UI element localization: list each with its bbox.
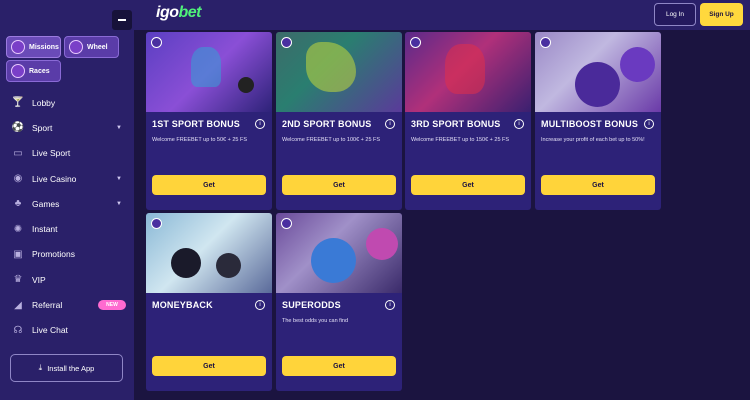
wheel-button[interactable]: Wheel [64,36,119,58]
new-badge: NEW [98,300,126,311]
promo-title: 3RD SPORT BONUS [411,119,501,129]
minus-icon [118,19,126,21]
sidebar-item-label: Referral [32,300,63,311]
info-icon[interactable]: i [255,300,265,310]
sidebar-item-live-casino[interactable]: ◉ Live Casino ▼ [0,166,134,191]
promo-card-1st-sport-bonus: 1ST SPORT BONUS i Welcome FREEBET up to … [146,32,272,210]
get-bonus-button[interactable]: Get [152,175,266,195]
info-icon[interactable]: i [385,300,395,310]
gift-icon: ▣ [13,248,23,260]
wheel-icon [69,40,83,54]
info-icon[interactable]: i [514,119,524,129]
sidebar-item-referral[interactable]: ◢ Referral NEW [0,292,134,317]
races-label: Races [29,67,50,75]
sidebar-item-label: Sport [32,122,53,133]
sidebar-item-live-chat[interactable]: ☊ Live Chat [0,318,134,343]
info-icon[interactable]: i [644,119,654,129]
missions-button[interactable]: Missions [6,36,61,58]
sidebar-item-promotions[interactable]: ▣ Promotions [0,242,134,267]
sidebar-item-vip[interactable]: ♛ VIP [0,267,134,292]
sidebar-item-label: Live Chat [32,325,68,336]
promo-image-football-player [276,32,402,112]
download-icon: ⤓ [38,363,43,372]
promo-card-2nd-sport-bonus: 2ND SPORT BONUS i Welcome FREEBET up to … [276,32,402,210]
promo-title: 1ST SPORT BONUS [152,119,241,129]
sidebar-item-label: Live Casino [32,173,77,184]
promo-image-soccer-player [146,32,272,112]
logo[interactable]: igobet [156,4,201,22]
promo-description: Welcome FREEBET up to 150€ + 25 FS [411,137,510,143]
sidebar-item-lobby[interactable]: 🍸 Lobby [0,90,134,115]
sport-ball-icon [540,37,551,48]
races-button[interactable]: Races [6,60,61,82]
promo-title: 2ND SPORT BONUS [282,119,372,129]
missions-icon [11,40,25,54]
sidebar-item-label: Lobby [32,97,56,108]
sport-ball-icon [410,37,421,48]
promo-image-money-balls [146,213,272,293]
soccer-ball-icon: ⚽ [11,122,25,134]
sport-ball-icon [281,37,292,48]
get-bonus-button[interactable]: Get [152,356,266,376]
missions-label: Missions [29,43,59,51]
collapse-sidebar-button[interactable] [112,10,132,30]
tv-icon: ▭ [13,147,23,159]
megaphone-icon: ◢ [14,299,22,311]
promo-description: Welcome FREEBET up to 50€ + 25 FS [152,137,248,143]
crown-icon: ♛ [13,274,23,286]
sport-ball-icon [281,218,292,229]
promo-card-3rd-sport-bonus: 3RD SPORT BONUS i Welcome FREEBET up to … [405,32,531,210]
promo-image-basketball-player [405,32,531,112]
promo-title: MULTIBOOST BONUS [541,119,639,129]
info-icon[interactable]: i [255,119,265,129]
install-app-button[interactable]: ⤓ Install the App [10,354,123,382]
top-header: igobet Log In Sign Up [134,0,750,30]
promo-description: Welcome FREEBET up to 100€ + 25 FS [282,137,381,143]
logo-text-bet: bet [178,4,202,21]
promo-card-multiboost-bonus: MULTIBOOST BONUS i Increase your profit … [535,32,661,210]
sidebar-item-label: Games [32,198,60,209]
get-bonus-button[interactable]: Get [411,175,525,195]
promo-title: SUPERODDS [282,300,341,310]
promo-title: MONEYBACK [152,300,213,310]
logo-text-igo: igo [156,4,179,21]
sidebar-item-label: VIP [32,274,46,285]
sidebar-nav: 🍸 Lobby ⚽ Sport ▼ ▭ Live Sport ◉ Live Ca… [0,90,134,343]
sidebar: Missions Wheel Races 🍸 Lobby ⚽ Sport ▼ ▭… [0,0,134,400]
wheel-label: Wheel [87,43,108,51]
login-button[interactable]: Log In [654,3,696,26]
sidebar-item-label: Live Sport [32,148,71,159]
sport-ball-icon [151,37,162,48]
promo-card-moneyback: MONEYBACK i Get [146,213,272,391]
lightning-icon: ✺ [13,223,23,235]
promo-card-superodds: SUPERODDS i The best odds you can find G… [276,213,402,391]
get-bonus-button[interactable]: Get [282,356,396,376]
get-bonus-button[interactable]: Get [282,175,396,195]
promo-description: The best odds you can find [282,318,349,324]
get-bonus-button[interactable]: Get [541,175,655,195]
sidebar-item-games[interactable]: ♣ Games ▼ [0,191,134,216]
promo-description: Increase your profit of each bet up to 5… [541,137,645,143]
promo-image-chips-and-balls [276,213,402,293]
sidebar-item-label: Instant [32,224,58,235]
controller-icon: ♣ [14,198,22,210]
poker-chip-icon: ◉ [13,173,23,185]
info-icon[interactable]: i [385,119,395,129]
sidebar-item-live-sport[interactable]: ▭ Live Sport [0,141,134,166]
signup-button[interactable]: Sign Up [700,3,743,26]
races-icon [11,64,25,78]
sport-ball-icon [151,218,162,229]
install-app-label: Install the App [47,363,95,373]
cocktail-icon: 🍸 [11,97,25,109]
chevron-down-icon[interactable]: ▼ [116,176,122,182]
chevron-down-icon[interactable]: ▼ [116,125,122,131]
chevron-down-icon[interactable]: ▼ [116,201,122,207]
sidebar-item-label: Promotions [32,249,75,260]
sidebar-item-instant[interactable]: ✺ Instant [0,216,134,241]
headset-icon: ☊ [13,324,23,336]
sidebar-item-sport[interactable]: ⚽ Sport ▼ [0,115,134,140]
promo-image-balls [535,32,661,112]
